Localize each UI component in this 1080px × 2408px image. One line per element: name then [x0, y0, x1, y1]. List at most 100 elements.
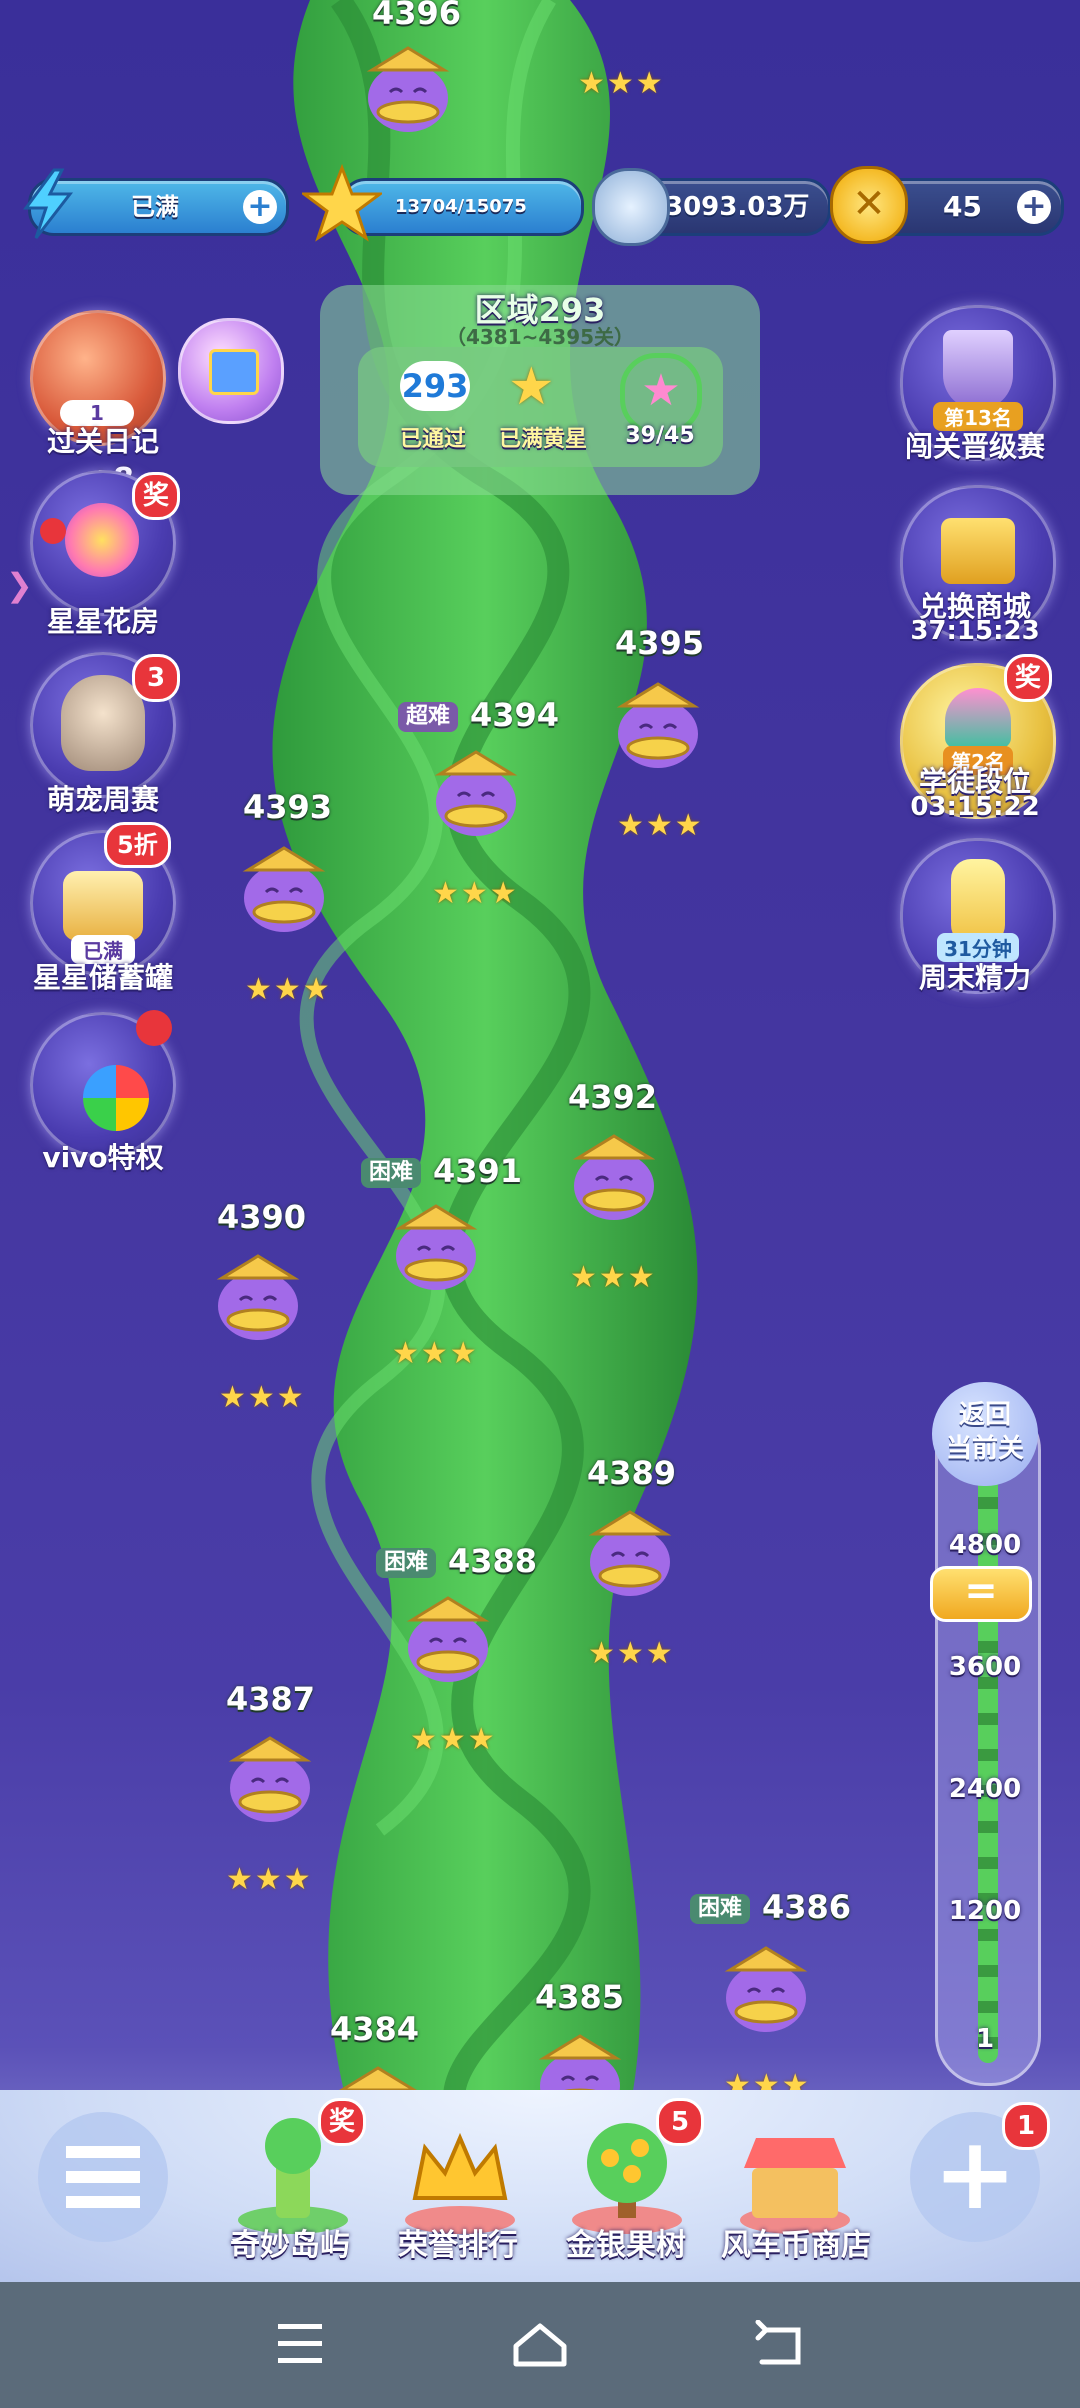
level-number: 4390 — [217, 1198, 307, 1236]
region-subtitle: （4381~4395关） — [445, 325, 635, 349]
level-stars: ★★★ — [226, 1862, 313, 1897]
level-owl-node[interactable] — [566, 1128, 662, 1224]
level-owl-node[interactable] — [222, 1730, 318, 1826]
progress-tick-label: 1200 — [948, 1896, 1022, 1926]
star-greenhouse-label: 星星花房 — [46, 605, 159, 638]
honor-ranking-icon[interactable] — [395, 2108, 525, 2238]
menu-button[interactable] — [38, 2112, 168, 2242]
pet-weekly-badge: 3 — [132, 654, 180, 702]
gift-bubble-button[interactable] — [178, 318, 284, 424]
full-star-icon: ★ — [508, 357, 555, 417]
vivo-red-dot — [136, 1010, 172, 1046]
level-owl-node[interactable] — [582, 1504, 678, 1600]
level-stars: ★★★ — [588, 1636, 675, 1671]
gold-silver-tree-label: 金银果树 — [566, 2228, 686, 2263]
gold-silver-tree-badge: 5 — [656, 2098, 704, 2146]
level-owl-node[interactable] — [388, 1198, 484, 1294]
left-red-dot — [40, 518, 66, 544]
recent-apps-icon[interactable] — [278, 2324, 322, 2364]
level-stars: ★★★ — [245, 972, 332, 1007]
level-number: 4393 — [243, 788, 333, 826]
shield-icon — [943, 330, 1013, 410]
greenhouse-badge: 奖 — [132, 472, 180, 520]
level-number: 4389 — [587, 1454, 677, 1492]
system-navigation-bar — [0, 2282, 1080, 2408]
progress-tick-label: 2400 — [948, 1774, 1022, 1804]
gold-label: 45 — [943, 190, 982, 223]
progress-tick-label: 3600 — [948, 1652, 1022, 1682]
level-owl-node[interactable] — [400, 1590, 496, 1686]
magic-island-label: 奇妙岛屿 — [230, 2228, 350, 2263]
silver-coin-icon — [592, 168, 670, 246]
level-stars: ★★★ — [432, 876, 519, 911]
level-owl-node[interactable] — [360, 40, 456, 136]
level-owl-node[interactable] — [610, 676, 706, 772]
level-number: 4385 — [535, 1978, 625, 2016]
discount-badge: 5折 — [104, 822, 171, 868]
energy-plus-button[interactable]: + — [243, 190, 277, 224]
weekend-energy-label: 周末精力 — [918, 961, 1031, 994]
progress-slider-handle[interactable]: = — [930, 1566, 1032, 1622]
back-icon[interactable] — [752, 2319, 806, 2370]
level-number: 4386 — [762, 1888, 852, 1926]
level-stars: ★★★ — [578, 66, 665, 101]
star-icon — [299, 163, 385, 244]
cat-icon — [61, 675, 145, 771]
level-number: 4395 — [615, 624, 705, 662]
level-progress-track[interactable] — [935, 1400, 1041, 2086]
level-number: 4394 — [470, 696, 560, 734]
level-owl-node[interactable] — [210, 1248, 306, 1344]
star-progress-label: 13704/15075 — [395, 196, 527, 217]
level-number: 4392 — [568, 1078, 658, 1116]
promotion-contest-label: 闯关晋级赛 — [904, 430, 1045, 463]
level-diary-label: 过关日记 — [46, 425, 159, 458]
bottom-plus-badge: 1 — [1002, 2102, 1050, 2150]
level-stars: ★★★ — [410, 1722, 497, 1757]
windmill-shop-icon[interactable] — [730, 2108, 860, 2238]
gold-coin-icon: ✕ — [830, 166, 908, 244]
exchange-shop-timer: 37:15:23 — [910, 616, 1040, 646]
level-stars: ★★★ — [392, 1336, 479, 1371]
apprentice-rank-timer: 03:15:22 — [910, 792, 1040, 822]
gift-icon — [209, 349, 259, 395]
level-number: 4387 — [226, 1680, 316, 1718]
level-difficulty-tag: 困难 — [690, 1894, 751, 1924]
honor-ranking-label: 荣誉排行 — [398, 2228, 518, 2263]
gold-plus-button[interactable]: + — [1017, 190, 1051, 224]
region-panel: 区域293 （4381~4395关） 293 已通过 ★ 已满黄星 ★ 39/4… — [320, 285, 760, 495]
rainbow-count: 39/45 — [625, 423, 695, 448]
apprentice-badge: 奖 — [1004, 654, 1052, 702]
return-current-button[interactable]: 返回 当前关 — [932, 1382, 1038, 1486]
level-stars: ★★★ — [219, 1380, 306, 1415]
level-difficulty-tag: 超难 — [398, 702, 459, 732]
home-icon[interactable] — [510, 2320, 570, 2370]
left-drawer-arrow[interactable]: ❯ — [6, 566, 36, 606]
coin-label: 3093.03万 — [665, 192, 810, 222]
magic-island-badge: 奖 — [318, 2098, 366, 2146]
flower-icon — [65, 503, 139, 577]
progress-tick-label: 4800 — [948, 1530, 1022, 1560]
menu-list-icon — [66, 2146, 140, 2208]
vivo-logo-icon — [83, 1065, 149, 1131]
full-star-label: 已满黄星 — [498, 427, 587, 452]
level-owl-node[interactable] — [718, 1940, 814, 2036]
level-stars: ★★★ — [570, 1260, 657, 1295]
progress-tick-label: 1 — [975, 2024, 995, 2054]
level-difficulty-tag: 困难 — [361, 1158, 422, 1188]
level-stars: ★★★ — [617, 808, 704, 843]
star-piggybank-label: 星星储蓄罐 — [32, 961, 173, 994]
level-number: 4396 — [372, 0, 462, 32]
return-current-label: 返回 当前关 — [945, 1400, 1024, 1464]
level-number: 4384 — [330, 2010, 420, 2048]
passed-badge: 293 — [400, 361, 470, 411]
vivo-privilege-label: vivo特权 — [42, 1141, 164, 1174]
piggybank-icon — [63, 871, 143, 941]
passed-label: 已通过 — [399, 427, 466, 452]
lightning-icon — [18, 168, 78, 240]
pet-weekly-label: 萌宠周赛 — [46, 783, 159, 816]
level-number: 4391 — [433, 1152, 523, 1190]
level-owl-node[interactable] — [428, 744, 524, 840]
level-number: 4388 — [448, 1542, 538, 1580]
level-owl-node[interactable] — [236, 840, 332, 936]
energy-label: 已满 — [131, 193, 179, 221]
